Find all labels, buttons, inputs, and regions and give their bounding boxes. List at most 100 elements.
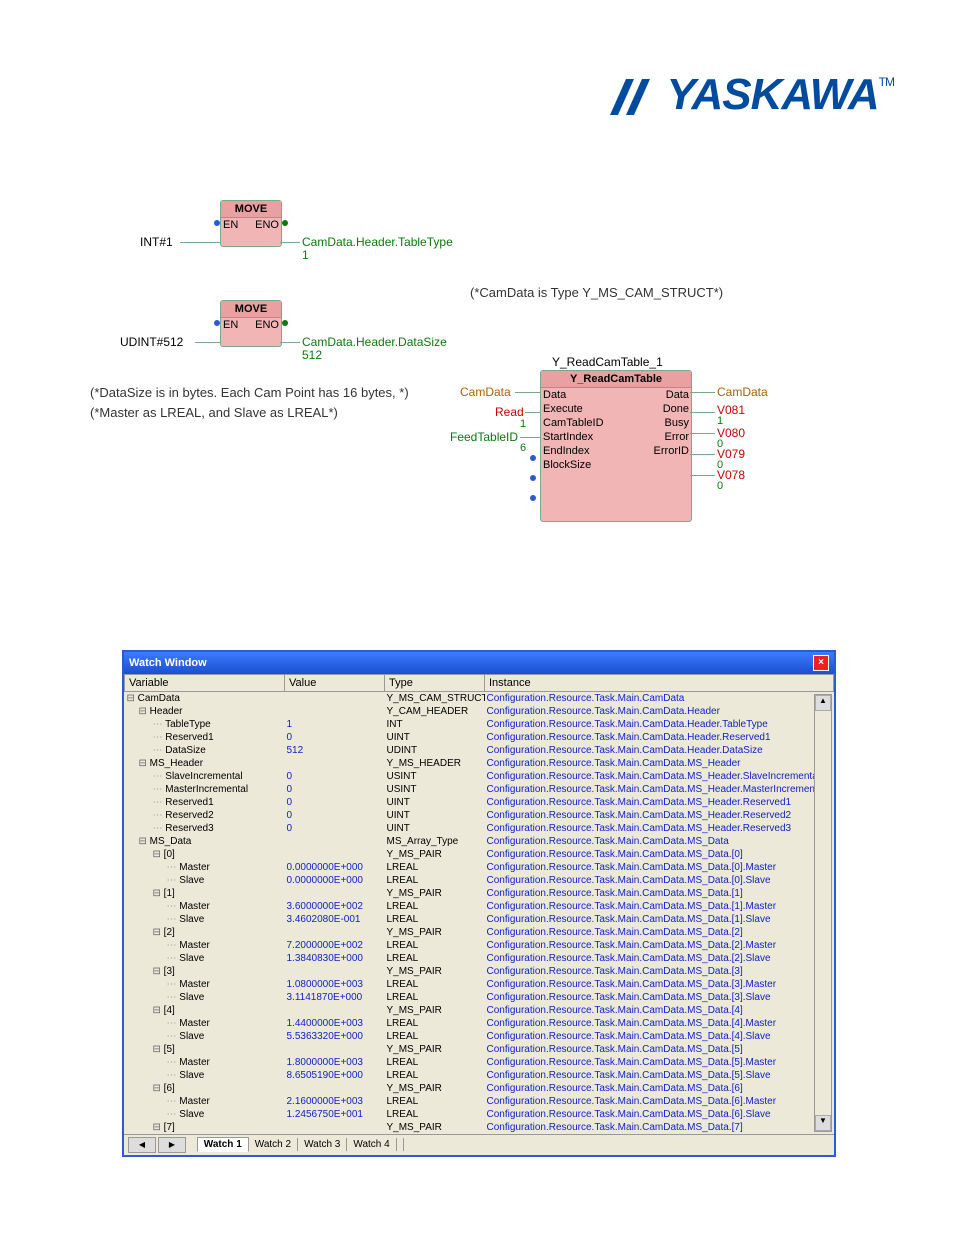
table-row[interactable]: ⋯ Slave1.3840830E+000LREALConfiguration.…	[125, 952, 834, 965]
var-value: 0	[285, 731, 385, 744]
move2-title: MOVE	[221, 301, 281, 318]
var-instance: Configuration.Resource.Task.Main.CamData…	[485, 731, 834, 744]
var-instance: Configuration.Resource.Task.Main.CamData…	[485, 887, 834, 900]
table-row[interactable]: ⋯ TableType1INTConfiguration.Resource.Ta…	[125, 718, 834, 731]
tree-leaf-icon: ⋯	[153, 810, 166, 821]
tab-watch-3[interactable]: Watch 3	[298, 1138, 347, 1151]
scroll-down-icon[interactable]: ▼	[815, 1115, 831, 1131]
tree-toggle-icon[interactable]: ⊟	[153, 1005, 164, 1016]
table-row[interactable]: ⋯ Master1.8000000E+003LREALConfiguration…	[125, 1056, 834, 1069]
tree-toggle-icon[interactable]: ⊟	[153, 927, 164, 938]
var-name: [4]	[164, 1005, 175, 1016]
move-block-1: MOVE ENENO	[220, 200, 282, 247]
col-value[interactable]: Value	[285, 675, 385, 692]
var-instance: Configuration.Resource.Task.Main.CamData…	[485, 822, 834, 835]
tree-toggle-icon[interactable]: ⊟	[153, 1083, 164, 1094]
move2-output-value: 512	[302, 348, 322, 362]
table-row[interactable]: ⋯ Master0.0000000E+000LREALConfiguration…	[125, 861, 834, 874]
var-name: Master	[179, 940, 210, 951]
tab-watch-4[interactable]: Watch 4	[347, 1138, 396, 1151]
var-type: LREAL	[385, 1056, 485, 1069]
table-row[interactable]: ⋯ Reserved30UINTConfiguration.Resource.T…	[125, 822, 834, 835]
table-row[interactable]: ⊟ CamDataY_MS_CAM_STRUCTConfiguration.Re…	[125, 692, 834, 706]
var-instance: Configuration.Resource.Task.Main.CamData…	[485, 1082, 834, 1095]
table-row[interactable]: ⊟ [5]Y_MS_PAIRConfiguration.Resource.Tas…	[125, 1043, 834, 1056]
table-row[interactable]: ⊟ [2]Y_MS_PAIRConfiguration.Resource.Tas…	[125, 926, 834, 939]
table-row[interactable]: ⋯ Reserved10UINTConfiguration.Resource.T…	[125, 796, 834, 809]
tree-toggle-icon[interactable]: ⊟	[139, 706, 150, 717]
var-value: 1.4400000E+003	[285, 1017, 385, 1030]
var-instance: Configuration.Resource.Task.Main.CamData…	[485, 757, 834, 770]
tab-nav-next[interactable]: ▶	[158, 1137, 186, 1153]
tree-leaf-icon: ⋯	[167, 1057, 180, 1068]
tree-toggle-icon[interactable]: ⊟	[139, 758, 150, 769]
readcam-data-in: CamData	[460, 385, 511, 399]
tree-toggle-icon[interactable]: ⊟	[153, 849, 164, 860]
table-row[interactable]: ⊟ HeaderY_CAM_HEADERConfiguration.Resour…	[125, 705, 834, 718]
table-row[interactable]: ⋯ Master1.4400000E+003LREALConfiguration…	[125, 1017, 834, 1030]
readcam-instance: Y_ReadCamTable_1	[552, 355, 663, 369]
readcam-camtableid-in: FeedTableID	[450, 430, 518, 444]
tree-leaf-icon: ⋯	[153, 823, 166, 834]
tab-watch-2[interactable]: Watch 2	[249, 1138, 298, 1151]
var-value: 0	[285, 822, 385, 835]
table-row[interactable]: ⋯ Master3.6000000E+002LREALConfiguration…	[125, 900, 834, 913]
col-type[interactable]: Type	[385, 675, 485, 692]
table-row[interactable]: ⊟ [4]Y_MS_PAIRConfiguration.Resource.Tas…	[125, 1004, 834, 1017]
table-row[interactable]: ⋯ Slave8.6505190E+000LREALConfiguration.…	[125, 1069, 834, 1082]
col-instance[interactable]: Instance	[485, 675, 834, 692]
col-variable[interactable]: Variable	[125, 675, 285, 692]
table-row[interactable]: ⋯ Slave3.4602080E-001LREALConfiguration.…	[125, 913, 834, 926]
tab-nav-prev[interactable]: ◀	[128, 1137, 156, 1153]
table-row[interactable]: ⊟ [0]Y_MS_PAIRConfiguration.Resource.Tas…	[125, 848, 834, 861]
table-row[interactable]: ⋯ DataSize512UDINTConfiguration.Resource…	[125, 744, 834, 757]
table-row[interactable]: ⊟ [1]Y_MS_PAIRConfiguration.Resource.Tas…	[125, 887, 834, 900]
var-name: Master	[179, 979, 210, 990]
table-row[interactable]: ⊟ [7]Y_MS_PAIRConfiguration.Resource.Tas…	[125, 1121, 834, 1134]
tree-leaf-icon: ⋯	[167, 940, 180, 951]
table-row[interactable]: ⊟ [3]Y_MS_PAIRConfiguration.Resource.Tas…	[125, 965, 834, 978]
var-name: Slave	[179, 875, 204, 886]
var-instance: Configuration.Resource.Task.Main.CamData…	[485, 978, 834, 991]
tree-toggle-icon[interactable]: ⊟	[153, 1044, 164, 1055]
tree-toggle-icon[interactable]: ⊟	[153, 966, 164, 977]
watch-title-bar[interactable]: Watch Window ×	[124, 652, 834, 674]
table-row[interactable]: ⊟ [6]Y_MS_PAIRConfiguration.Resource.Tas…	[125, 1082, 834, 1095]
var-type: UINT	[385, 809, 485, 822]
var-value: 1	[285, 718, 385, 731]
tree-leaf-icon: ⋯	[153, 784, 166, 795]
table-row[interactable]: ⊟ MS_DataMS_Array_TypeConfiguration.Reso…	[125, 835, 834, 848]
var-instance: Configuration.Resource.Task.Main.CamData…	[485, 705, 834, 718]
tree-leaf-icon: ⋯	[153, 732, 166, 743]
logo-stripes-icon	[608, 70, 658, 120]
watch-header-row: Variable Value Type Instance	[125, 675, 834, 692]
table-row[interactable]: ⋯ MasterIncremental0USINTConfiguration.R…	[125, 783, 834, 796]
table-row[interactable]: ⋯ Slave1.2456750E+001LREALConfiguration.…	[125, 1108, 834, 1121]
var-name: Reserved1	[165, 732, 213, 743]
port-dot	[530, 475, 536, 481]
tab-watch-1[interactable]: Watch 1	[197, 1137, 249, 1152]
table-row[interactable]: ⋯ Master2.1600000E+003LREALConfiguration…	[125, 1095, 834, 1108]
table-row[interactable]: ⋯ Slave5.5363320E+000LREALConfiguration.…	[125, 1030, 834, 1043]
table-row[interactable]: ⋯ Slave3.1141870E+000LREALConfiguration.…	[125, 991, 834, 1004]
readcamtable-block: Y_ReadCamTable DataData ExecuteDone CamT…	[540, 370, 692, 522]
table-row[interactable]: ⋯ SlaveIncremental0USINTConfiguration.Re…	[125, 770, 834, 783]
close-icon[interactable]: ×	[813, 655, 829, 671]
var-value	[285, 926, 385, 939]
tree-leaf-icon: ⋯	[167, 979, 180, 990]
var-value: 5.5363320E+000	[285, 1030, 385, 1043]
table-row[interactable]: ⋯ Reserved20UINTConfiguration.Resource.T…	[125, 809, 834, 822]
tree-toggle-icon[interactable]: ⊟	[153, 1122, 164, 1133]
table-row[interactable]: ⋯ Slave0.0000000E+000LREALConfiguration.…	[125, 874, 834, 887]
table-row[interactable]: ⋯ Master7.2000000E+002LREALConfiguration…	[125, 939, 834, 952]
tree-leaf-icon: ⋯	[167, 992, 180, 1003]
tree-leaf-icon: ⋯	[167, 1018, 180, 1029]
table-row[interactable]: ⋯ Reserved10UINTConfiguration.Resource.T…	[125, 731, 834, 744]
table-row[interactable]: ⋯ Master1.0800000E+003LREALConfiguration…	[125, 978, 834, 991]
scrollbar[interactable]: ▲ ▼	[814, 694, 832, 1132]
tree-toggle-icon[interactable]: ⊟	[153, 888, 164, 899]
table-row[interactable]: ⊟ MS_HeaderY_MS_HEADERConfiguration.Reso…	[125, 757, 834, 770]
scroll-up-icon[interactable]: ▲	[815, 695, 831, 711]
tree-toggle-icon[interactable]: ⊟	[139, 836, 150, 847]
tree-toggle-icon[interactable]: ⊟	[127, 693, 138, 704]
